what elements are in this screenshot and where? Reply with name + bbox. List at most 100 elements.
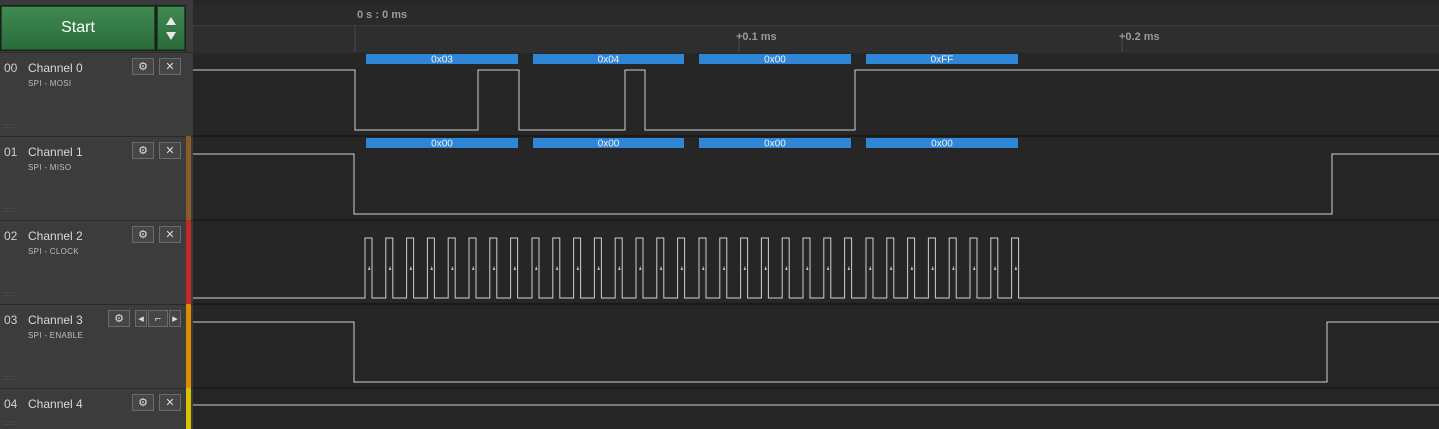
channel-name[interactable]: Channel 3 [28, 313, 83, 327]
clock-edge-marker [472, 266, 475, 270]
channel-settings-button[interactable]: ⚙ [108, 310, 130, 327]
channel-3-trace [193, 321, 1439, 383]
channel-close-button[interactable]: ✕ [159, 58, 181, 75]
clock-edge-marker [826, 266, 830, 270]
clock-edge-marker [952, 266, 955, 270]
channel-row-1: 01 Channel 1 SPI - MISO ⚙ ✕ :::: [0, 136, 193, 220]
clock-edge-marker [889, 266, 893, 270]
clock-edge-marker [430, 266, 433, 270]
decoded-byte-label: 0x00 [764, 55, 786, 66]
channel-2-trace [193, 237, 1439, 299]
clock-edge-marker [409, 266, 413, 270]
clock-edge-marker [702, 266, 705, 270]
channel-color-bar-4 [186, 388, 191, 429]
channel-index: 01 [4, 145, 18, 159]
clock-edge-marker [535, 266, 538, 270]
channel-name[interactable]: Channel 0 [28, 61, 83, 75]
channel-panel: Start 00 Channel 0 SPI - MOSI ⚙ ✕ :::: 0… [0, 0, 193, 429]
clock-edge-marker [743, 266, 747, 270]
drag-handle[interactable]: :::: [4, 291, 16, 298]
trigger-edge-icon: ⌐ [154, 312, 162, 325]
channel-protocol: SPI - MISO [28, 163, 72, 172]
arrow-right-icon: ▸ [172, 313, 178, 325]
drag-handle[interactable]: :::: [4, 207, 16, 214]
close-icon: ✕ [165, 61, 175, 73]
drag-handle[interactable]: :::: [4, 375, 16, 382]
clock-edge-marker [368, 266, 371, 270]
channel-close-button[interactable]: ✕ [159, 142, 181, 159]
arrow-up-icon [166, 17, 176, 25]
trigger-edge-button[interactable]: ⌐ [148, 310, 168, 327]
clock-edge-marker [993, 266, 997, 270]
decoded-byte-label: 0x04 [598, 55, 620, 66]
clock-edge-marker [576, 266, 580, 270]
channel-index: 02 [4, 229, 18, 243]
clock-edge-marker [722, 266, 726, 270]
channel-settings-button[interactable]: ⚙ [132, 142, 154, 159]
trigger-next-button[interactable]: ▸ [169, 310, 181, 327]
channel-1-trace [193, 153, 1439, 215]
start-options-button[interactable] [157, 6, 185, 50]
channel-color-bar-2 [186, 220, 191, 304]
clock-edge-marker [931, 266, 934, 270]
trigger-prev-button[interactable]: ◂ [135, 310, 147, 327]
ruler-tick-marks [193, 25, 1439, 389]
clock-edge-marker [869, 266, 872, 270]
channel-color-bar-3 [186, 304, 191, 388]
clock-edge-marker [597, 266, 600, 270]
clock-edge-marker [492, 266, 496, 270]
clock-edge-marker [764, 266, 767, 270]
decoded-byte-label: 0x00 [431, 139, 453, 150]
channel-index: 04 [4, 397, 18, 411]
clock-edge-marker [680, 266, 684, 270]
clock-edge-marker [1014, 266, 1018, 270]
channel-settings-button[interactable]: ⚙ [132, 58, 154, 75]
channel-color-bar-1 [186, 136, 191, 220]
channel-row-3: 03 Channel 3 SPI - ENABLE ⚙ ◂ ⌐ ▸ :::: [0, 304, 193, 388]
channel-name[interactable]: Channel 2 [28, 229, 83, 243]
clock-edge-marker [618, 266, 621, 270]
start-area: Start [0, 5, 186, 51]
clock-edge-marker [388, 266, 392, 270]
channel-protocol: SPI - CLOCK [28, 247, 79, 256]
gear-icon: ⚙ [138, 61, 148, 73]
waveform-traces [193, 69, 1439, 406]
decoded-byte-label: 0x00 [931, 139, 953, 150]
channel-settings-button[interactable]: ⚙ [132, 394, 154, 411]
channel-index: 00 [4, 61, 18, 75]
clock-edge-marker [513, 266, 517, 270]
drag-handle[interactable]: :::: [4, 123, 16, 130]
clock-edge-marker [910, 266, 914, 270]
gear-icon: ⚙ [138, 145, 148, 157]
channel-close-button[interactable]: ✕ [159, 394, 181, 411]
channel-settings-button[interactable]: ⚙ [132, 226, 154, 243]
gear-icon: ⚙ [114, 313, 124, 325]
channel-close-button[interactable]: ✕ [159, 226, 181, 243]
clock-edge-marker [847, 266, 851, 270]
clock-edge-marker [451, 266, 454, 270]
arrow-down-icon [166, 32, 176, 40]
decoded-byte-label: 0x00 [764, 139, 786, 150]
clock-edge-marker [785, 266, 788, 270]
channel-name[interactable]: Channel 1 [28, 145, 83, 159]
gear-icon: ⚙ [138, 397, 148, 409]
close-icon: ✕ [165, 397, 175, 409]
channel-protocol: SPI - MOSI [28, 79, 72, 88]
decoded-byte-label: 0x03 [431, 55, 453, 66]
channel-row-0: 00 Channel 0 SPI - MOSI ⚙ ✕ :::: [0, 52, 193, 136]
drag-handle[interactable]: :::: [4, 420, 16, 427]
waveform-area[interactable]: 0x03 0x04 0x00 0xFF 0x00 0x00 0x00 0x00 [193, 0, 1439, 429]
clock-edge-marker [806, 266, 809, 270]
close-icon: ✕ [165, 145, 175, 157]
arrow-left-icon: ◂ [138, 313, 144, 325]
channel-name[interactable]: Channel 4 [28, 397, 83, 411]
decoded-byte-label: 0xFF [931, 55, 954, 66]
channel-row-4: 04 Channel 4 ⚙ ✕ :::: [0, 388, 193, 429]
clock-edge-marker [659, 266, 663, 270]
channel-0-trace [193, 69, 1439, 131]
channel-protocol: SPI - ENABLE [28, 331, 84, 340]
channel-index: 03 [4, 313, 18, 327]
decoded-byte-label: 0x00 [598, 139, 620, 150]
start-button[interactable]: Start [1, 6, 155, 50]
gear-icon: ⚙ [138, 229, 148, 241]
